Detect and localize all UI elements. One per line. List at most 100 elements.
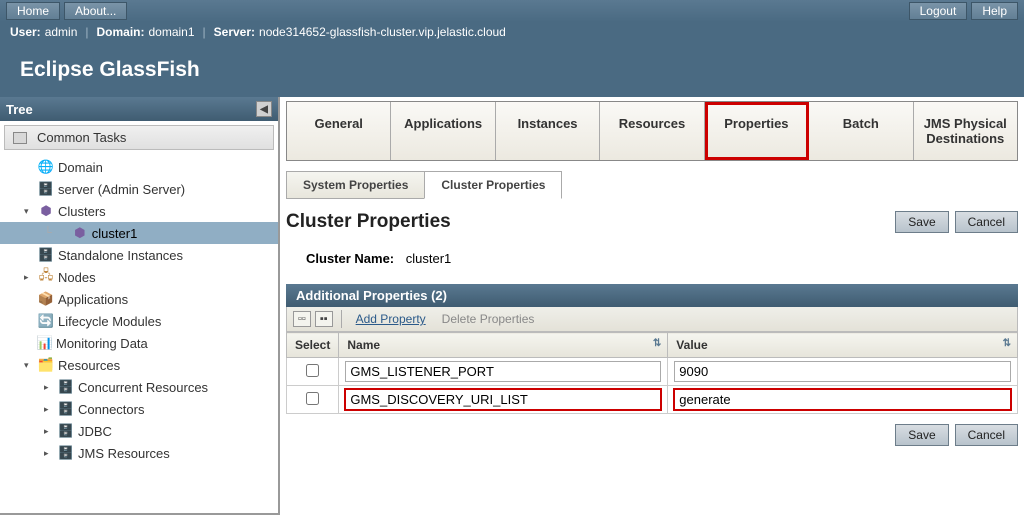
- tab-instances[interactable]: Instances: [496, 102, 600, 160]
- col-name[interactable]: Name⇅: [339, 333, 668, 358]
- tab-jms-physical-destinations[interactable]: JMS Physical Destinations: [914, 102, 1017, 160]
- sidebar: Tree ◀ Common Tasks 🌐 Domain 🗄️ server (Adm…: [0, 97, 280, 515]
- tree-header: Tree ◀: [0, 97, 278, 121]
- save-button-bottom[interactable]: Save: [895, 424, 948, 446]
- cluster-icon: ⬢: [38, 203, 54, 219]
- tree-node-jms-resources[interactable]: ▸🗄️JMS Resources: [0, 442, 278, 464]
- db-icon: 🗄️: [58, 423, 74, 439]
- deselect-all-button[interactable]: ▫▫: [293, 311, 311, 327]
- tree-toggle-icon[interactable]: ▸: [44, 448, 54, 459]
- row-select-checkbox[interactable]: [306, 364, 319, 377]
- res-icon: 🗂️: [38, 357, 54, 373]
- help-button[interactable]: Help: [971, 2, 1018, 20]
- node-icon: 🖧: [38, 269, 54, 285]
- tree-node-standalone-instances[interactable]: 🗄️ Standalone Instances: [0, 244, 278, 266]
- tree-toggle-icon[interactable]: ▸: [24, 272, 34, 283]
- subtab-system-properties[interactable]: System Properties: [286, 171, 425, 199]
- globe-icon: 🌐: [38, 159, 54, 175]
- tree-toggle-icon[interactable]: ▸: [44, 404, 54, 415]
- server-label: Server:: [214, 25, 255, 39]
- page-title: Cluster Properties: [286, 211, 451, 233]
- tree-node-applications[interactable]: 📦Applications: [0, 288, 278, 310]
- common-tasks[interactable]: Common Tasks: [4, 125, 274, 150]
- table-row: [287, 386, 1018, 414]
- user-value: admin: [45, 25, 78, 39]
- cancel-button[interactable]: Cancel: [955, 211, 1018, 233]
- db-icon: 🗄️: [58, 379, 74, 395]
- subtab-cluster-properties[interactable]: Cluster Properties: [424, 171, 562, 199]
- tree-node-domain[interactable]: 🌐 Domain: [0, 156, 278, 178]
- tree-toggle-icon[interactable]: ▸: [44, 382, 54, 393]
- tab-batch[interactable]: Batch: [809, 102, 913, 160]
- tree-node-cluster1[interactable]: └⬢cluster1: [0, 222, 278, 244]
- tree-node-monitoring-data[interactable]: 📊 Monitoring Data: [0, 332, 278, 354]
- tree-node-label: JMS Resources: [78, 446, 170, 461]
- tree-node-server-admin-server-[interactable]: 🗄️ server (Admin Server): [0, 178, 278, 200]
- home-button[interactable]: Home: [6, 2, 60, 20]
- properties-table: Select Name⇅ Value⇅: [286, 332, 1018, 414]
- tree-toggle-icon[interactable]: ▾: [24, 206, 34, 217]
- tree-node-label: Domain: [58, 160, 103, 175]
- tree-node-label: Concurrent Resources: [78, 380, 208, 395]
- property-name-input[interactable]: [345, 361, 661, 382]
- tree-node-label: Nodes: [58, 270, 96, 285]
- tree-node-label: Resources: [58, 358, 120, 373]
- mon-icon: 📊: [38, 337, 52, 349]
- brand-title: Eclipse GlassFish: [0, 42, 1024, 97]
- tree-node-label: Monitoring Data: [56, 336, 148, 351]
- row-select-checkbox[interactable]: [306, 392, 319, 405]
- tree-node-connectors[interactable]: ▸ 🗄️ Connectors: [0, 398, 278, 420]
- table-row: [287, 358, 1018, 386]
- domain-label: Domain:: [97, 25, 145, 39]
- tab-resources[interactable]: Resources: [600, 102, 704, 160]
- content-area: GeneralApplicationsInstancesResourcesPro…: [280, 97, 1024, 515]
- tab-properties[interactable]: Properties: [705, 102, 809, 160]
- tree-node-label: JDBC: [78, 424, 112, 439]
- property-name-input[interactable]: [345, 389, 661, 410]
- cluster-name-value: cluster1: [406, 251, 452, 266]
- add-property-button[interactable]: Add Property: [350, 312, 432, 326]
- tree-node-label: server (Admin Server): [58, 182, 185, 197]
- tab-general[interactable]: General: [287, 102, 391, 160]
- tab-applications[interactable]: Applications: [391, 102, 495, 160]
- tree-node-nodes[interactable]: ▸ 🖧 Nodes: [0, 266, 278, 288]
- property-value-input[interactable]: [674, 361, 1011, 382]
- server-value: node314652-glassfish-cluster.vip.jelasti…: [259, 25, 506, 39]
- select-all-button[interactable]: ▪▪: [315, 311, 333, 327]
- cancel-button-bottom[interactable]: Cancel: [955, 424, 1018, 446]
- logout-button[interactable]: Logout: [909, 2, 968, 20]
- top-bar: Home About... Logout Help: [0, 0, 1024, 22]
- tree-node-label: Clusters: [58, 204, 106, 219]
- cluster-name-label: Cluster Name:: [306, 251, 394, 266]
- panel-toolbar: ▫▫ ▪▪ Add Property Delete Properties: [286, 307, 1018, 332]
- tree-node-label: Connectors: [78, 402, 144, 417]
- server-icon: 🗄️: [38, 247, 54, 263]
- tree-toggle-icon[interactable]: ▾: [24, 360, 34, 371]
- tree-node-lifecycle-modules[interactable]: 🔄Lifecycle Modules: [0, 310, 278, 332]
- panel-header: Additional Properties (2): [286, 284, 1018, 307]
- delete-properties-button[interactable]: Delete Properties: [436, 312, 541, 326]
- property-value-input[interactable]: [674, 389, 1011, 410]
- tree-node-label: Applications: [58, 292, 128, 307]
- cluster-icon: ⬢: [72, 225, 88, 241]
- col-value[interactable]: Value⇅: [668, 333, 1018, 358]
- save-button[interactable]: Save: [895, 211, 948, 233]
- tree-node-concurrent-resources[interactable]: ▸ 🗄️ Concurrent Resources: [0, 376, 278, 398]
- tree-node-label: Standalone Instances: [58, 248, 183, 263]
- tree-node-resources[interactable]: ▾ 🗂️ Resources: [0, 354, 278, 376]
- db-icon: 🗄️: [58, 401, 74, 417]
- server-icon: 🗄️: [38, 181, 54, 197]
- tree-node-clusters[interactable]: ▾ ⬢ Clusters: [0, 200, 278, 222]
- about-button[interactable]: About...: [64, 2, 127, 20]
- user-label: User:: [10, 25, 41, 39]
- tree-node-jdbc[interactable]: ▸ 🗄️ JDBC: [0, 420, 278, 442]
- cycle-icon: 🔄: [38, 313, 54, 329]
- tree-toggle-icon[interactable]: ▸: [44, 426, 54, 437]
- col-select[interactable]: Select: [287, 333, 339, 358]
- sub-tabs: System PropertiesCluster Properties: [286, 171, 1018, 199]
- info-bar: User: admin | Domain: domain1 | Server: …: [0, 22, 1024, 42]
- collapse-sidebar-button[interactable]: ◀: [256, 101, 272, 117]
- tree-node-label: cluster1: [92, 226, 138, 241]
- main-tabs: GeneralApplicationsInstancesResourcesPro…: [286, 101, 1018, 161]
- tasks-icon: [13, 132, 27, 144]
